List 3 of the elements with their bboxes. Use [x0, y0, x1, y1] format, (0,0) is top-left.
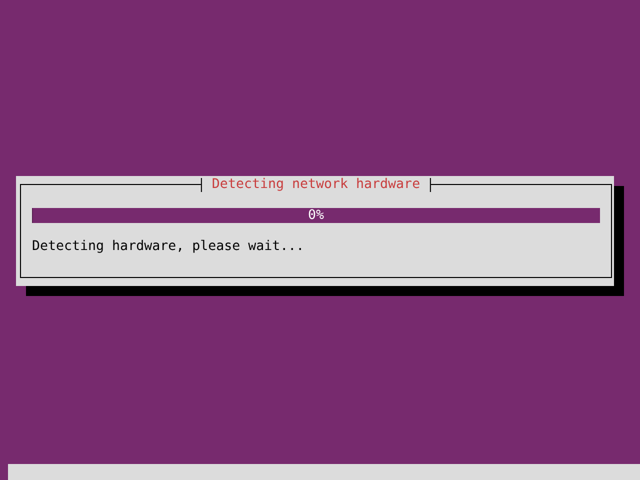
dialog-title: Detecting network hardware	[200, 178, 432, 192]
progress-reading: 0%	[308, 208, 324, 223]
status-message: Detecting hardware, please wait...	[32, 239, 306, 255]
